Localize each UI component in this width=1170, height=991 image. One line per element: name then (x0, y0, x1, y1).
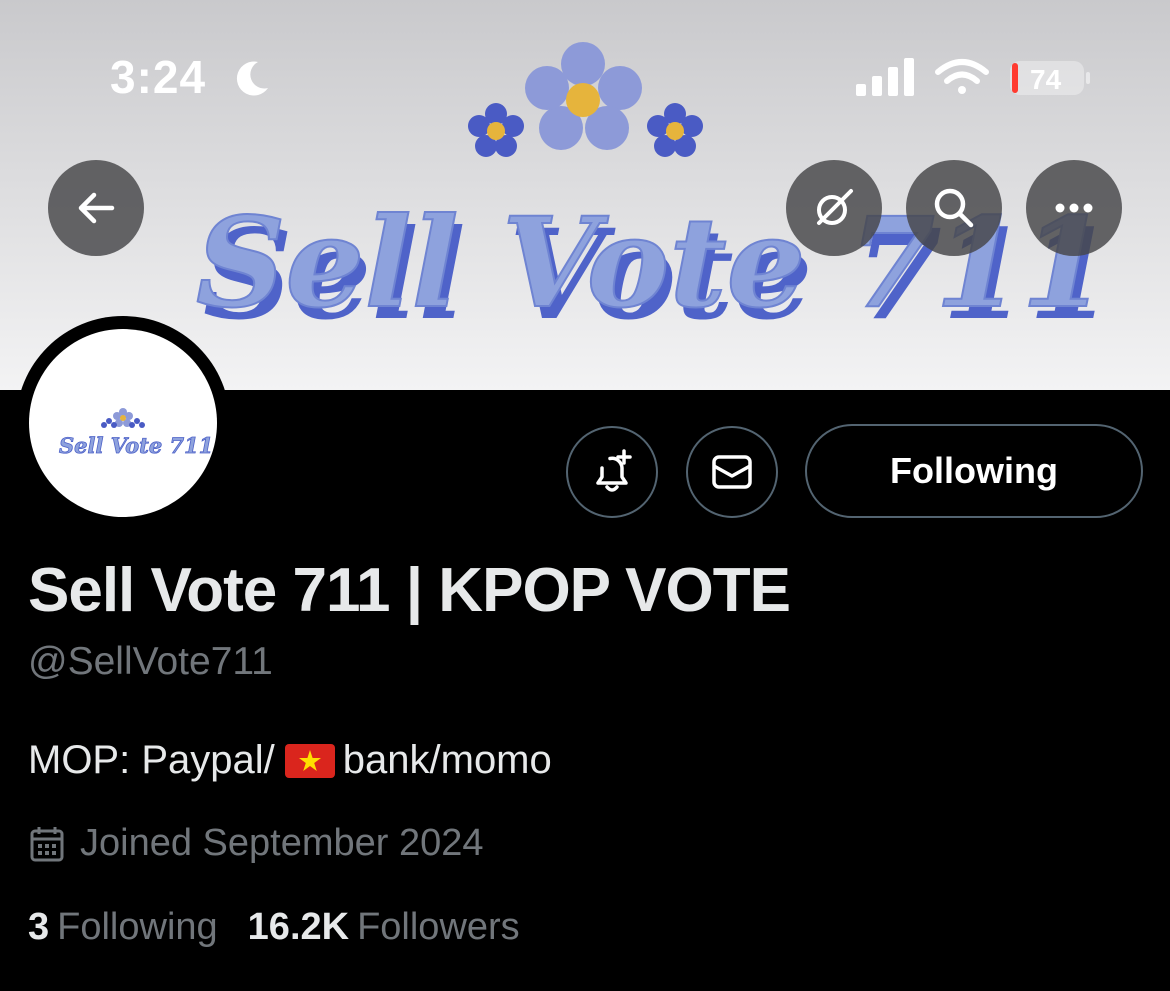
notification-bell-icon (596, 449, 632, 492)
flower-small-right-icon (647, 103, 703, 157)
avatar-logo: Sell Vote 711 (59, 408, 214, 458)
message-button[interactable] (686, 426, 778, 518)
battery-icon: 74 (1010, 61, 1090, 95)
following-button[interactable]: Following (805, 424, 1143, 518)
grok-icon (817, 189, 853, 225)
search-button[interactable] (906, 160, 1002, 256)
notifications-button[interactable] (566, 426, 658, 518)
profile-name: Sell Vote 711 | KPOP VOTE (28, 556, 791, 625)
flower-small-left-icon (468, 103, 524, 157)
bio-prefix: MOP: Paypal/ (28, 738, 275, 782)
following-stat[interactable]: 3 Following (28, 906, 218, 949)
followers-count: 16.2K (247, 906, 350, 948)
signal-icon (856, 58, 914, 96)
joined-date: Joined September 2024 (28, 822, 484, 865)
followers-stat-label: Followers (357, 906, 520, 948)
profile-avatar[interactable]: Sell Vote 711 (16, 316, 230, 530)
profile-bio: MOP: Paypal/ bank/momo (28, 738, 552, 783)
status-icons: 74 (852, 56, 1092, 105)
mail-icon (712, 455, 752, 489)
more-button[interactable] (1026, 160, 1122, 256)
search-icon (934, 188, 974, 228)
moon-icon (236, 61, 268, 96)
following-count: 3 (28, 906, 50, 948)
wifi-icon (935, 59, 989, 94)
more-icon (1055, 203, 1093, 213)
status-time: 3:24 (110, 51, 207, 103)
following-stat-label: Following (57, 906, 218, 948)
vietnam-flag-icon (284, 743, 335, 778)
battery-level: 74 (1030, 64, 1062, 95)
calendar-icon (30, 826, 64, 861)
back-arrow-icon (78, 192, 115, 224)
avatar-text: Sell Vote 711 (59, 433, 213, 458)
bio-suffix: bank/momo (342, 738, 552, 782)
back-button[interactable] (48, 160, 144, 256)
joined-text: Joined September 2024 (80, 822, 484, 864)
profile-handle: @SellVote711 (28, 640, 273, 683)
profile-stats: 3 Following 16.2K Followers (28, 906, 520, 949)
flower-large-icon (525, 42, 642, 150)
grok-button[interactable] (786, 160, 882, 256)
followers-stat[interactable]: 16.2K Followers (248, 906, 520, 949)
